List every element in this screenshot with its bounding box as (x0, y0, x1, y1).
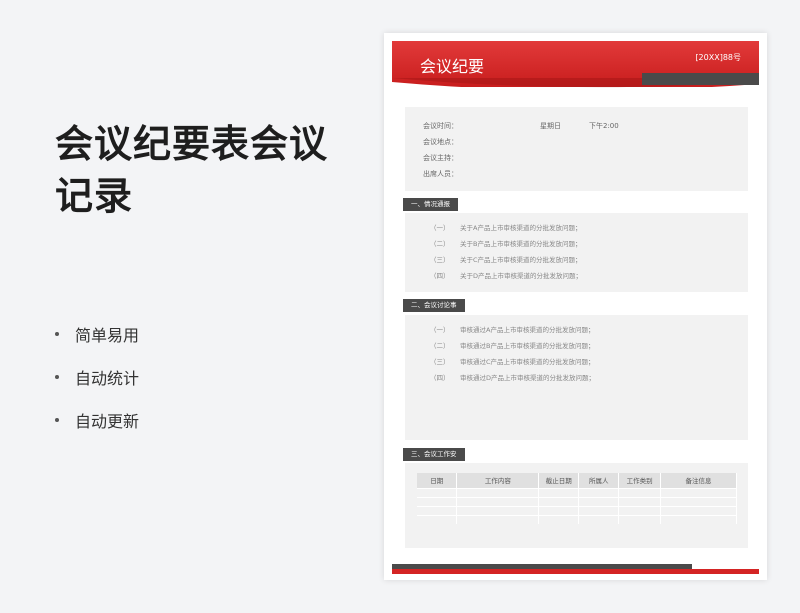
document-title: 会议纪要 (420, 57, 485, 76)
list-item: （四） 关于D产品上市审核渠道的分批发放问题； (430, 272, 583, 280)
list-item: （一） 关于A产品上市审核渠道的分批发放问题； (430, 224, 582, 232)
document-number: [20XX]88号 (695, 53, 741, 62)
list-item: （二） 关于B产品上市审核渠道的分批发放问题； (430, 240, 582, 248)
feature-label: 自动统计 (75, 368, 140, 388)
column-header: 所属人 (578, 473, 620, 488)
feature-item: 自动更新 (55, 398, 139, 441)
feature-label: 自动更新 (75, 411, 140, 431)
section2-label: 二、会议讨论事 (403, 299, 465, 312)
place-label: 会议地点： (423, 138, 458, 146)
feature-list: 简单易用 自动统计 自动更新 (55, 312, 139, 441)
work-plan-table: 日期 工作内容 截止日期 所属人 工作类别 备注信息 (417, 473, 737, 524)
section3-label: 三、会议工作安 (403, 448, 465, 461)
list-item: （四） 审核通过D产品上市审核渠道的分批发放问题； (430, 374, 596, 382)
column-header: 日期 (417, 473, 458, 488)
list-item: （三） 关于C产品上市审核渠道的分批发放问题； (430, 256, 582, 264)
footer-red-bar (392, 569, 759, 574)
attendees-label: 出席人员： (423, 170, 458, 178)
section2-panel: （一） 审核通过A产品上市审核渠道的分批发放问题； （二） 审核通过B产品上市审核渠… (405, 315, 748, 440)
meeting-info-panel: 会议时间： 星期日 下午2:00 会议地点： 会议主持： 出席人员： (405, 107, 748, 191)
column-header: 工作内容 (456, 473, 540, 488)
bullet-icon (55, 417, 59, 422)
column-header: 备注信息 (660, 473, 737, 488)
table-row (417, 514, 737, 524)
feature-label: 简单易用 (75, 325, 140, 345)
time-value: 下午2:00 (589, 122, 619, 130)
section1-panel: （一） 关于A产品上市审核渠道的分批发放问题； （二） 关于B产品上市审核渠道的分批… (405, 213, 748, 292)
host-label: 会议主持： (423, 154, 458, 162)
feature-item: 自动统计 (55, 355, 139, 398)
headline: 会议纪要表会议记录 (55, 122, 329, 218)
bullet-icon (55, 374, 59, 379)
column-header: 工作类别 (618, 473, 662, 488)
time-label: 会议时间： (423, 122, 458, 130)
column-header: 截止日期 (538, 473, 580, 488)
bullet-icon (55, 331, 59, 336)
feature-item: 简单易用 (55, 312, 139, 355)
table-row (417, 487, 737, 497)
list-item: （三） 审核通过C产品上市审核渠道的分批发放问题； (430, 358, 595, 366)
table-row (417, 496, 737, 506)
table-header-row: 日期 工作内容 截止日期 所属人 工作类别 备注信息 (417, 473, 737, 488)
list-item: （二） 审核通过B产品上市审核渠道的分批发放问题； (430, 342, 595, 350)
banner-gray-tab (642, 73, 759, 85)
weekday-value: 星期日 (540, 122, 561, 130)
table-row (417, 505, 737, 515)
list-item: （一） 审核通过A产品上市审核渠道的分批发放问题； (430, 326, 595, 334)
section1-label: 一、情况通报 (403, 198, 458, 211)
